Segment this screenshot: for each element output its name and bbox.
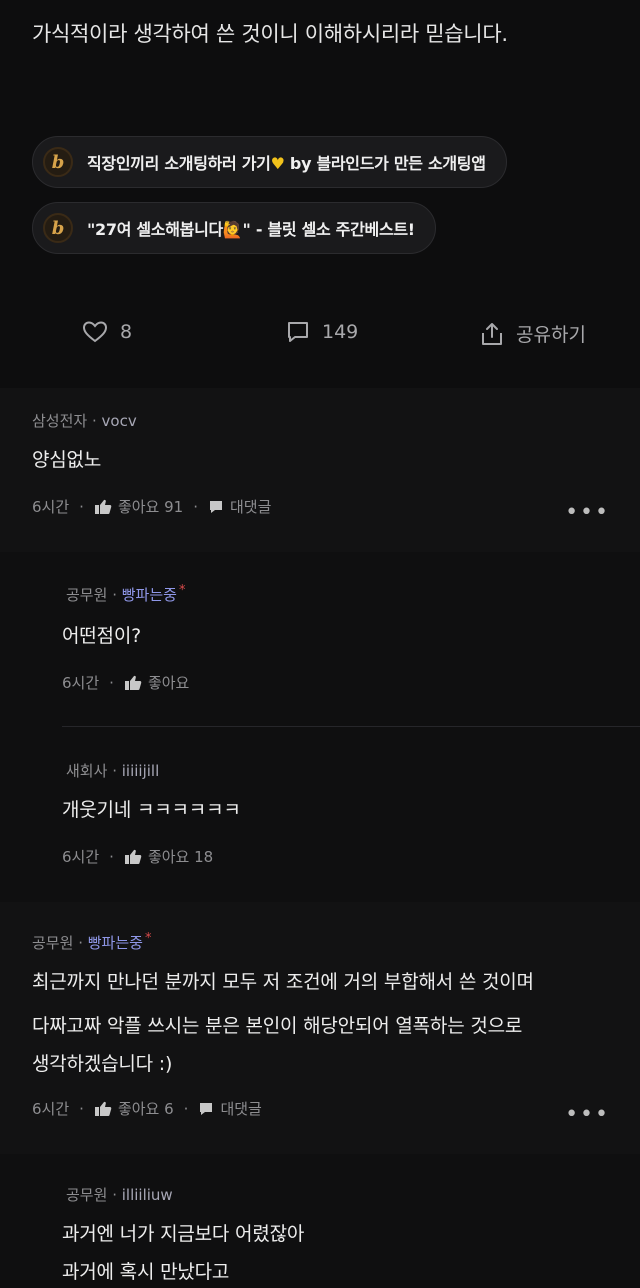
promo-link-text: 직장인끼리 소개팅하러 가기 (87, 154, 271, 173)
like-count: 8 (120, 321, 133, 343)
post-action-bar: 8 149 공유하기 (0, 312, 640, 356)
like-label[interactable]: 좋아요 18 (148, 846, 213, 867)
comment-item: 삼성전자 · vocv 양심없노 6시간 · 좋아요 91 · 대댓글 ••• (0, 388, 640, 552)
comment-count: 149 (322, 321, 359, 343)
comment-text-line: 최근까지 만나던 분까지 모두 저 조건에 거의 부합해서 쓴 것이며 (32, 971, 534, 993)
reply-thread: 공무원 · illiiliuw 과거엔 너가 지금보다 어렸잖아 과거에 혹시 … (0, 1154, 640, 1283)
comment-text: 양심없노 (32, 449, 102, 471)
thumbs-up-icon[interactable] (124, 675, 142, 691)
company-name: 공무원 (32, 934, 74, 952)
nickname: vocv (101, 412, 137, 430)
comment-footer: 6시간 · 좋아요 (62, 672, 190, 693)
comment-footer: 6시간 · 좋아요 18 (62, 846, 214, 867)
comment-text-line: 과거엔 너가 지금보다 어렸잖아 (62, 1223, 305, 1245)
divider (62, 726, 640, 727)
reply-button[interactable]: 대댓글 (230, 496, 271, 517)
share-button[interactable]: 공유하기 (480, 320, 586, 347)
comment-author[interactable]: 공무원 · 빵파는중 * (32, 931, 152, 953)
blind-logo-icon: b (43, 147, 73, 177)
more-options-button[interactable]: ••• (565, 1102, 610, 1127)
share-icon (482, 322, 502, 345)
comment-text: 개웃기네 ㅋㅋㅋㅋㅋㅋ (62, 799, 241, 821)
comment-button[interactable]: 149 (286, 320, 358, 344)
like-label[interactable]: 좋아요 (148, 672, 189, 693)
thumbs-up-icon[interactable] (94, 1101, 112, 1117)
like-button[interactable]: 8 (82, 320, 132, 344)
promo-link-text-suffix: by 블라인드가 만든 소개팅앱 (284, 154, 486, 173)
share-label: 공유하기 (516, 324, 586, 346)
comment-time: 6시간 (62, 674, 100, 692)
comment-author[interactable]: 공무원 · illiiliuw (66, 1184, 173, 1205)
comment-author[interactable]: 삼성전자 · vocv (32, 410, 137, 431)
comment-author[interactable]: 새회사 · iiiiijill (66, 760, 159, 781)
company-name: 삼성전자 (32, 412, 88, 430)
promo-link-dating-app[interactable]: b 직장인끼리 소개팅하러 가기♥ by 블라인드가 만든 소개팅앱 (32, 136, 507, 188)
heart-icon (82, 321, 108, 343)
nickname: 빵파는중 (87, 934, 143, 952)
thumbs-up-icon[interactable] (94, 499, 112, 515)
comment-time: 6시간 (62, 848, 100, 866)
blind-logo-icon: b (43, 213, 73, 243)
nickname: illiiliuw (121, 1186, 173, 1204)
post-body-text: 가식적이라 생각하여 쓴 것이니 이해하시리라 믿습니다. (32, 22, 508, 46)
comment-item: 공무원 · 빵파는중 * 최근까지 만나던 분까지 모두 저 조건에 거의 부합해… (0, 902, 640, 1154)
promo-link-text-suffix: " - 블릿 셀소 주간베스트! (242, 220, 416, 239)
post-tail: 가식적이라 생각하여 쓴 것이니 이해하시리라 믿습니다. b 직장인끼리 소개… (0, 0, 640, 388)
reply-thread: 공무원 · 빵파는중 * 어떤점이? 6시간 · 좋아요 새회사 · iiiiij… (0, 552, 640, 902)
nickname: iiiiijill (121, 762, 160, 780)
comment-text-line: 다짜고짜 악플 쓰시는 분은 본인이 해당안되어 열폭하는 것으로 (32, 1015, 523, 1037)
comment-text-line: 과거에 혹시 만났다고 (62, 1261, 230, 1283)
company-name: 새회사 (66, 762, 108, 780)
reply-bubble-icon[interactable] (208, 499, 224, 515)
person-raising-hand-icon: 🙋 (222, 220, 243, 239)
author-mark: * (178, 583, 186, 598)
comment-text-line: 생각하겠습니다 :) (32, 1053, 173, 1075)
comment-author[interactable]: 공무원 · 빵파는중 * (66, 583, 186, 605)
comment-time: 6시간 (32, 1100, 70, 1118)
more-options-button[interactable]: ••• (565, 500, 610, 525)
comment-time: 6시간 (32, 498, 70, 516)
thumbs-up-icon[interactable] (124, 849, 142, 865)
comment-bubble-icon (288, 322, 308, 342)
reply-bubble-icon[interactable] (198, 1101, 214, 1117)
reply-button[interactable]: 대댓글 (220, 1098, 261, 1119)
promo-link-text: "27여 셀소해봅니다 (87, 220, 223, 239)
comment-text: 어떤점이? (62, 625, 142, 647)
company-name: 공무원 (66, 586, 108, 604)
nickname: 빵파는중 (121, 586, 177, 604)
promo-link-weekly-best[interactable]: b "27여 셀소해봅니다🙋" - 블릿 셀소 주간베스트! (32, 202, 436, 254)
yellow-heart-icon: ♥ (270, 154, 285, 173)
comment-footer: 6시간 · 좋아요 6 · 대댓글 (32, 1098, 262, 1119)
author-mark: * (144, 931, 152, 946)
company-name: 공무원 (66, 1186, 108, 1204)
like-label[interactable]: 좋아요 91 (118, 496, 183, 517)
comment-footer: 6시간 · 좋아요 91 · 대댓글 (32, 496, 272, 517)
like-label[interactable]: 좋아요 6 (118, 1098, 174, 1119)
